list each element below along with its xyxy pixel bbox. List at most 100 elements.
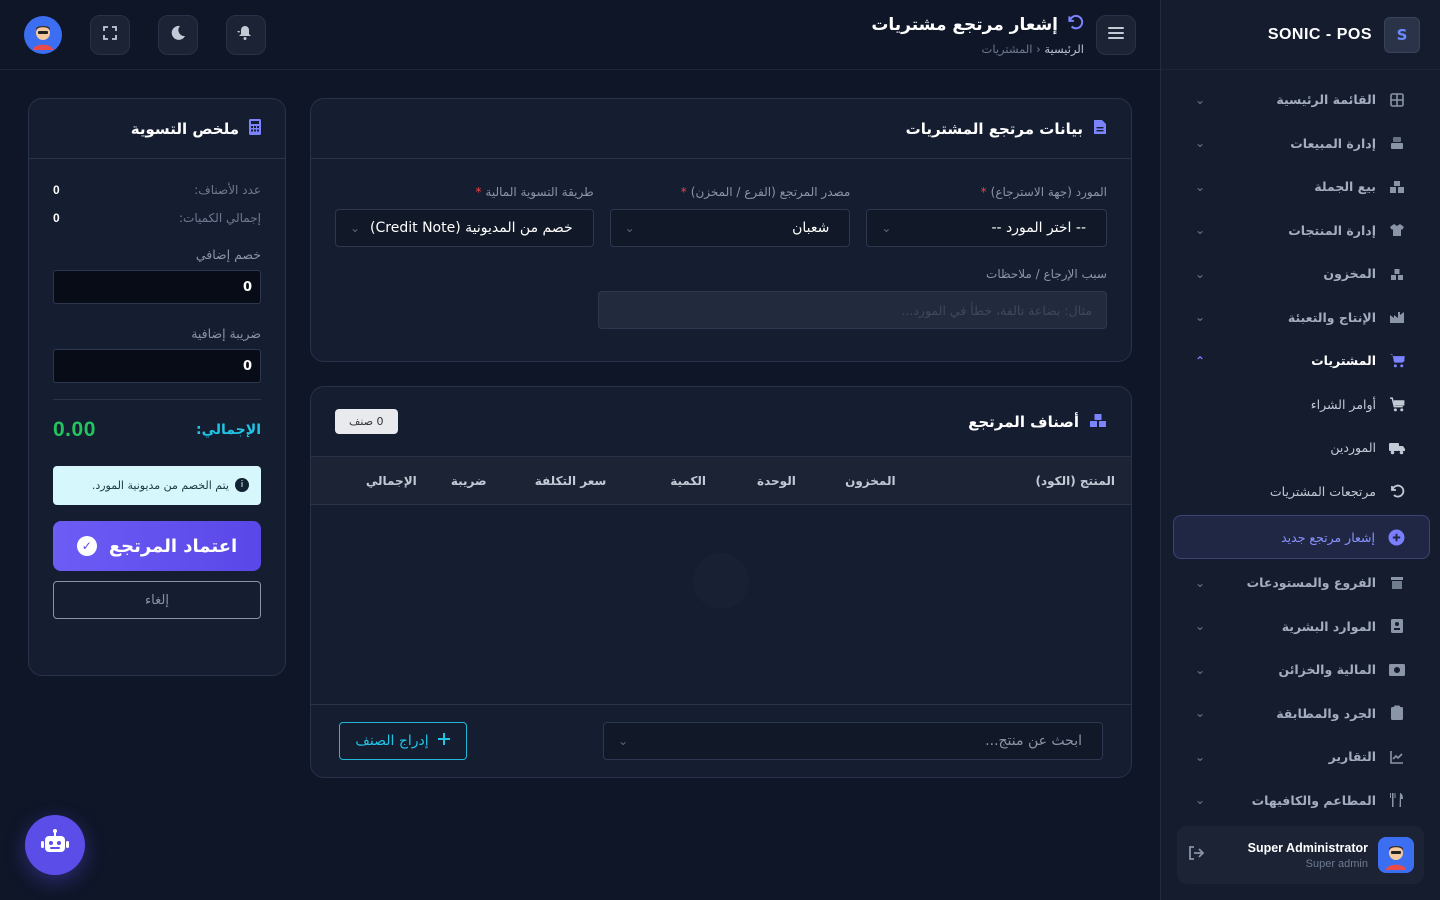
sidebar-item-purchase-returns[interactable]: مرتجعات المشتريات (1173, 470, 1430, 514)
expand-icon (103, 25, 117, 44)
reason-input[interactable]: مثال: بضاعة تالفة، خطأ في المورد... (598, 291, 1107, 329)
sidebar-item-label: الفروع والمستودعات (1246, 575, 1376, 591)
cart-icon (1388, 395, 1406, 413)
sidebar-item-purchases[interactable]: المشتريات ⌃ (1173, 339, 1430, 383)
chevron-down-icon: ⌄ (1194, 749, 1206, 764)
sidebar-item-label: مرتجعات المشتريات (1269, 483, 1376, 499)
sidebar-item-new-return[interactable]: إشعار مرتجع جديد (1173, 515, 1430, 559)
chevron-down-icon: ⌄ (1194, 619, 1206, 634)
settlement-select[interactable]: خصم من المديونية (Credit Note) ⌄ (334, 209, 594, 247)
breadcrumb-home[interactable]: الرئيسية (1044, 42, 1084, 56)
summary-header: ملخص التسوية (29, 99, 285, 159)
brand: S SONIC - POS (1161, 0, 1440, 70)
menu-toggle-button[interactable] (1096, 14, 1136, 55)
sidebar-item-hr[interactable]: الموارد البشرية ⌄ (1173, 605, 1430, 649)
user-card[interactable]: Super Administrator Super admin (1177, 826, 1424, 884)
sidebar-item-production[interactable]: الإنتاج والتعبئة ⌄ (1173, 296, 1430, 340)
sidebar-item-label: المطاعم والكافيهات (1251, 792, 1376, 808)
summary-body: عدد الأصناف: 0 إجمالي الكميات: 0 خصم إضا… (29, 159, 285, 619)
insert-item-label: إدراج الصنف (355, 733, 429, 749)
extra-discount-input[interactable]: 0 (53, 270, 261, 304)
items-table-header: المنتج (الكود) المخزون الوحدة الكمية سعر… (311, 457, 1131, 505)
breadcrumb-separator: ‹ (1036, 42, 1041, 56)
chevron-down-icon: ⌄ (1194, 92, 1206, 107)
sidebar-item-restaurants[interactable]: المطاعم والكافيهات ⌄ (1173, 779, 1430, 811)
sidebar-item-stocktake[interactable]: الجرد والمطابقة ⌄ (1173, 692, 1430, 736)
col-tax: ضريبة (450, 473, 487, 488)
logout-icon[interactable] (1187, 845, 1205, 865)
sidebar-item-branches[interactable]: الفروع والمستودعات ⌄ (1173, 561, 1430, 605)
boxes-icon (1089, 412, 1107, 432)
sidebar-item-label: المالية والخزائن (1278, 662, 1376, 678)
supplier-field: المورد (جهة الاسترجاع)* -- اختر المورد -… (866, 185, 1107, 247)
product-search-placeholder: ابحث عن منتج... (985, 733, 1082, 749)
settlement-field: طريقة التسوية المالية* خصم من المديونية … (334, 185, 594, 247)
reason-label: سبب الإرجاع / ملاحظات (986, 267, 1107, 281)
qty-total-row: إجمالي الكميات: 0 (53, 211, 261, 225)
sidebar-item-products[interactable]: إدارة المنتجات ⌄ (1173, 209, 1430, 253)
source-label: مصدر المرتجع (الفرع / المخزن)* (680, 185, 851, 199)
settlement-label: طريقة التسوية المالية* (475, 185, 594, 199)
sidebar-item-inventory[interactable]: المخزون ⌄ (1173, 252, 1430, 296)
fullscreen-button[interactable] (90, 14, 130, 55)
sidebar-item-purchase-orders[interactable]: أوامر الشراء (1173, 383, 1430, 427)
sidebar-item-finance[interactable]: المالية والخزائن ⌄ (1173, 648, 1430, 692)
assistant-bot-button[interactable] (25, 815, 85, 875)
supplier-select[interactable]: -- اختر المورد -- ⌄ (866, 209, 1107, 247)
chevron-down-icon: ⌄ (624, 221, 635, 235)
chevron-down-icon: ⌄ (1194, 136, 1206, 151)
return-items-title: أصناف المرتجع (968, 412, 1079, 431)
sidebar-item-label: القائمة الرئيسية (1276, 92, 1376, 108)
title-block: إشعار مرتجع مشتريات الرئيسية ‹ المشتريات (266, 13, 1084, 57)
product-search-select[interactable]: ابحث عن منتج... ⌄ (603, 722, 1103, 760)
source-select[interactable]: شعبان ⌄ (609, 209, 851, 247)
extra-discount-label: خصم إضافي (195, 247, 261, 262)
sidebar-item-label: إدارة المنتجات (1288, 222, 1376, 238)
approve-return-label: اعتماد المرتجع (108, 535, 238, 557)
chart-line-icon (1388, 748, 1406, 766)
items-count-label: عدد الأصناف: (194, 183, 261, 197)
top-header: إشعار مرتجع مشتريات الرئيسية ‹ المشتريات (0, 0, 1160, 70)
truck-icon (1388, 439, 1406, 457)
col-cost: سعر التكلفة (534, 473, 607, 488)
notifications-button[interactable] (226, 14, 266, 55)
form-row-1: المورد (جهة الاسترجاع)* -- اختر المورد -… (334, 185, 1107, 247)
supplier-label: المورد (جهة الاسترجاع)* (980, 185, 1107, 199)
extra-tax-input[interactable]: 0 (53, 349, 261, 383)
sidebar-item-home[interactable]: القائمة الرئيسية ⌄ (1173, 78, 1430, 122)
insert-item-button[interactable]: إدراج الصنف (339, 722, 467, 760)
summary-divider (53, 399, 261, 400)
file-icon (1093, 119, 1107, 139)
total-row: الإجمالي: 0.00 (53, 418, 261, 442)
factory-icon (1388, 308, 1406, 326)
cancel-button[interactable]: إلغاء (53, 581, 261, 619)
sidebar-item-label: إشعار مرتجع جديد (1281, 529, 1375, 545)
settlement-summary-card: ملخص التسوية عدد الأصناف: 0 إجمالي الكمي… (28, 98, 286, 676)
sidebar-item-label: التقارير (1328, 749, 1376, 765)
source-select-value: شعبان (792, 220, 830, 236)
hamburger-icon (1108, 25, 1124, 44)
profile-avatar-button[interactable] (24, 15, 62, 54)
sidebar-item-sales[interactable]: إدارة المبيعات ⌄ (1173, 122, 1430, 166)
undo-icon (1066, 13, 1084, 36)
return-data-header: بيانات مرتجع المشتريات (311, 99, 1131, 159)
settlement-note-text: يتم الخصم من مديونية المورد. (91, 479, 229, 492)
sidebar-item-wholesale[interactable]: بيع الجملة ⌄ (1173, 165, 1430, 209)
col-qty: الكمية (670, 473, 707, 488)
avatar (1378, 837, 1414, 873)
summary-title: ملخص التسوية (130, 119, 239, 138)
warehouse-icon (1388, 265, 1406, 283)
sidebar-item-reports[interactable]: التقارير ⌄ (1173, 735, 1430, 779)
items-footer: ابحث عن منتج... ⌄ إدراج الصنف (311, 705, 1131, 777)
bell-icon (236, 25, 256, 45)
chevron-down-icon: ⌄ (881, 221, 892, 235)
chevron-down-icon: ⌄ (1194, 575, 1206, 590)
approve-return-button[interactable]: اعتماد المرتجع ✓ (53, 521, 261, 571)
check-circle-icon: ✓ (76, 536, 97, 556)
total-label: الإجمالي: (196, 422, 261, 438)
page-title-text: إشعار مرتجع مشتريات (871, 14, 1058, 35)
sidebar-item-suppliers[interactable]: الموردين (1173, 426, 1430, 470)
theme-toggle-button[interactable] (158, 14, 198, 55)
supplier-select-value: -- اختر المورد -- (991, 220, 1086, 236)
return-form: المورد (جهة الاسترجاع)* -- اختر المورد -… (311, 159, 1131, 329)
